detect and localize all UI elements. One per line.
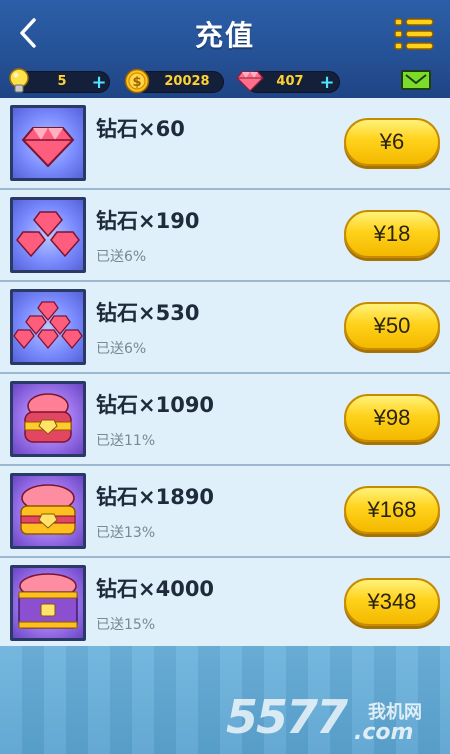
diamond-chest-large-icon bbox=[10, 565, 86, 641]
list-item: 钻石×530 已送6% ¥50 bbox=[0, 282, 450, 374]
list-item: 钻石×190 已送6% ¥18 bbox=[0, 190, 450, 282]
footer-background: 5577 我机网 .com bbox=[0, 646, 450, 754]
resource-bar: 5 + 20028 $ 407 + bbox=[0, 64, 450, 98]
diamond-single-icon bbox=[10, 105, 86, 181]
menu-button[interactable] bbox=[393, 16, 435, 52]
buy-button[interactable]: ¥98 bbox=[344, 394, 440, 442]
page-title: 充值 bbox=[194, 19, 255, 52]
envelope-icon bbox=[405, 74, 427, 85]
list-item: 钻石×1890 已送13% ¥168 bbox=[0, 466, 450, 558]
top-bar: 充值 bbox=[0, 0, 450, 64]
watermark-domain: .com bbox=[354, 720, 414, 745]
diamond-trio-icon bbox=[10, 197, 86, 273]
add-diamonds-button[interactable]: + bbox=[319, 74, 335, 92]
buy-button[interactable]: ¥348 bbox=[344, 578, 440, 626]
pack-name: 钻石×4000 bbox=[96, 577, 215, 601]
lightbulb-icon bbox=[9, 68, 29, 93]
pack-name: 钻石×190 bbox=[96, 209, 200, 233]
buy-button[interactable]: ¥6 bbox=[344, 118, 440, 166]
buy-button[interactable]: ¥50 bbox=[344, 302, 440, 350]
mail-button[interactable] bbox=[401, 70, 431, 90]
pack-name: 钻石×530 bbox=[96, 301, 200, 325]
diamond-value: 407 bbox=[276, 74, 304, 89]
pack-bonus: 已送6% bbox=[96, 341, 147, 357]
energy-value: 5 bbox=[57, 74, 67, 89]
diamond-pile-icon bbox=[10, 289, 86, 365]
buy-button[interactable]: ¥18 bbox=[344, 210, 440, 258]
game-screen: 充值 5 + 20028 $ 407 + 钻石×60 ¥6 钻石×190 已送6… bbox=[0, 0, 450, 754]
watermark: 5577 我机网 .com bbox=[226, 690, 446, 750]
pack-bonus: 已送15% bbox=[96, 617, 156, 633]
list-item: 钻石×1090 已送11% ¥98 bbox=[0, 374, 450, 466]
watermark-number: 5577 bbox=[226, 690, 348, 744]
diamond-chest-medium-icon bbox=[10, 473, 86, 549]
diamond-pack-list: 钻石×60 ¥6 钻石×190 已送6% ¥18 钻石×530 已送6% ¥50… bbox=[0, 98, 450, 650]
pack-bonus: 已送13% bbox=[96, 525, 156, 541]
buy-button[interactable]: ¥168 bbox=[344, 486, 440, 534]
pack-name: 钻石×1090 bbox=[96, 393, 215, 417]
gold-coin-icon: $ bbox=[124, 68, 150, 94]
list-item: 钻石×4000 已送15% ¥348 bbox=[0, 558, 450, 650]
svg-text:$: $ bbox=[132, 75, 141, 90]
pack-name: 钻石×1890 bbox=[96, 485, 215, 509]
add-energy-button[interactable]: + bbox=[91, 74, 107, 92]
pack-name: 钻石×60 bbox=[96, 117, 185, 141]
diamond-icon bbox=[236, 71, 264, 92]
list-menu-icon bbox=[394, 18, 434, 50]
diamond-chest-small-icon bbox=[10, 381, 86, 457]
coin-value: 20028 bbox=[164, 74, 210, 89]
list-item: 钻石×60 ¥6 bbox=[0, 98, 450, 190]
pack-bonus: 已送6% bbox=[96, 249, 147, 265]
pack-bonus: 已送11% bbox=[96, 433, 156, 449]
